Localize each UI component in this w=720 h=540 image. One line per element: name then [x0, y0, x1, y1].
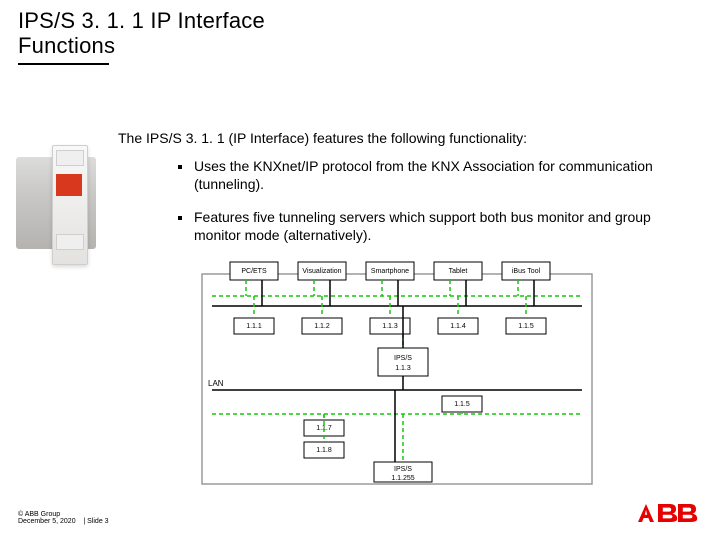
diagram-top-1: Visualization	[302, 268, 341, 275]
diagram-lan-label: LAN	[208, 379, 224, 388]
diagram-tunnel-3: 1.1.4	[450, 323, 466, 330]
diagram-ips-label: IPS/S	[394, 355, 412, 362]
footer-slide: | Slide 3	[83, 518, 108, 526]
diagram-top-2: Smartphone	[371, 268, 409, 275]
footer: © ABB Group December 5, 2020 | Slide 3	[18, 511, 109, 526]
intro-text: The IPS/S 3. 1. 1 (IP Interface) feature…	[118, 130, 527, 146]
device-image	[16, 145, 96, 265]
diagram-top-0: PC/ETS	[241, 268, 267, 275]
diagram-top-3: Tablet	[449, 268, 468, 275]
bullet-list: Uses the KNXnet/IP protocol from the KNX…	[178, 158, 678, 260]
diagram-tunnel-1: 1.1.2	[314, 323, 330, 330]
bullet-item: Uses the KNXnet/IP protocol from the KNX…	[178, 158, 678, 193]
bullet-item: Features five tunneling servers which su…	[178, 209, 678, 244]
abb-logo	[634, 502, 698, 526]
title-underline	[18, 63, 109, 65]
diagram-top-4: iBus Tool	[512, 268, 541, 275]
diagram-bottom-label: IPS/S	[394, 466, 412, 473]
diagram-knx-0: 1.1.5	[454, 401, 470, 408]
diagram-tunnel-2: 1.1.3	[382, 323, 398, 330]
diagram-knx-2: 1.1.8	[316, 447, 332, 454]
diagram-tunnel-0: 1.1.1	[246, 323, 262, 330]
footer-copyright: © ABB Group	[18, 511, 109, 519]
footer-date: December 5, 2020	[18, 518, 76, 526]
title-line-1: IPS/S 3. 1. 1 IP Interface	[18, 8, 265, 33]
network-diagram: PC/ETS Visualization Smartphone Tablet i…	[182, 256, 602, 486]
diagram-ips-addr: 1.1.3	[395, 365, 411, 372]
diagram-tunnel-4: 1.1.5	[518, 323, 534, 330]
diagram-bottom-addr: 1.1.255	[391, 475, 414, 482]
title-line-2: Functions	[18, 33, 265, 58]
